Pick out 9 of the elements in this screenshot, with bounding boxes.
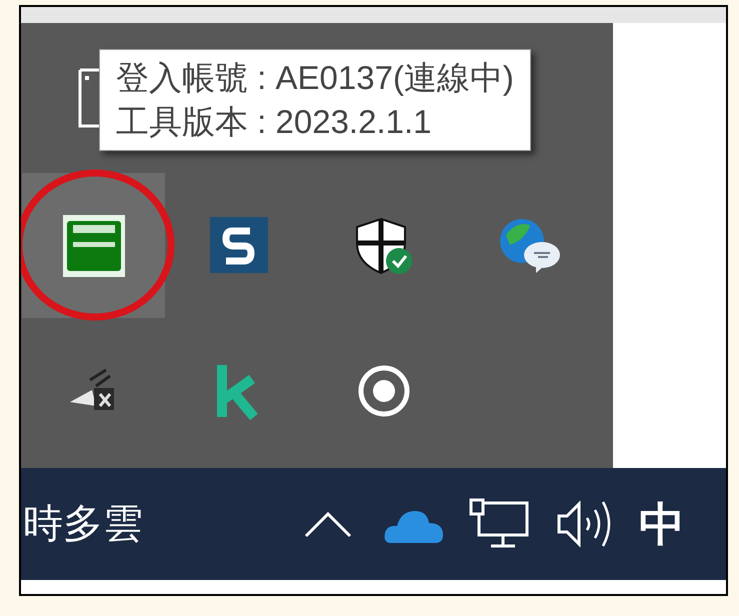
input-method-indicator[interactable]: 中 [639,490,685,558]
tooltip-text: 工具版本 : 2023.2.1.1 [116,102,432,142]
weather-text[interactable]: 時多雲 [23,494,273,554]
app-window-icon [62,214,124,276]
tooltip-text: 登入帳號 : AE0137(連線中) [116,58,514,98]
device-icon[interactable] [77,68,101,128]
chevron-up-icon[interactable] [303,509,353,539]
monitor-icon[interactable] [469,498,531,550]
record-icon [356,362,412,418]
